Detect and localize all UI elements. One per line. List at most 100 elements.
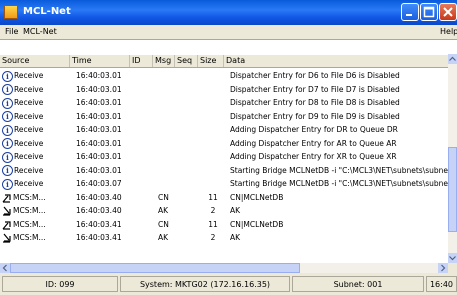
status-id: ID: 099 (2, 276, 118, 292)
cell-time: 16:40:03.01 (76, 165, 122, 175)
menu-bar: File MCL-Net Help (0, 25, 457, 39)
scroll-down-button[interactable] (448, 253, 457, 263)
cell-time: 16:40:03.01 (76, 84, 122, 94)
source-text: Receive (14, 152, 44, 161)
source-text: Receive (14, 138, 44, 148)
cell-data: CN|MCLNetDB (230, 192, 284, 202)
source-text: Receive (14, 179, 44, 188)
info-icon: i (2, 84, 13, 95)
column-size[interactable]: Size (198, 55, 224, 67)
cell-time: 16:40:03.41 (76, 219, 122, 229)
maximize-button[interactable] (420, 3, 438, 21)
receive-arrow-icon (3, 206, 11, 216)
cell-data: Dispatcher Entry for D6 to File D6 is Di… (230, 71, 400, 80)
message-log-list[interactable]: Source Time ID Msg Seq Size Data i Receiv… (0, 39, 457, 263)
cell-time: 16:40:03.01 (76, 71, 122, 80)
status-time: 16:40 (426, 276, 457, 292)
cell-data: Dispatcher Entry for D9 to File D9 is Di… (230, 111, 400, 121)
source-text: MCS:M... (13, 219, 46, 229)
column-time[interactable]: Time (70, 55, 130, 67)
status-subnet: Subnet: 001 (292, 276, 424, 292)
table-row[interactable]: i Receive 16:40:03.01 Adding Dispatcher Ent… (0, 123, 448, 137)
cell-data: Starting Bridge MCLNetDB -i "C:\MCL3\NET… (230, 165, 448, 175)
minimize-button[interactable] (401, 3, 419, 21)
info-icon: i (2, 124, 13, 136)
column-data[interactable]: Data (224, 55, 457, 67)
menu-mclnet[interactable]: MCL-Net (23, 27, 57, 36)
table-row[interactable]: MCS:M... 16:40:03.40 AK 2 AK (0, 204, 448, 218)
cell-time: 16:40:03.40 (76, 192, 122, 202)
cell-data: Dispatcher Entry for D7 to File D7 is Di… (230, 84, 400, 94)
arrow-up-icon (449, 56, 456, 61)
cell-size: 11 (208, 219, 218, 229)
table-row[interactable]: i Receive 16:40:03.01 Adding Dispatcher Ent… (0, 137, 448, 151)
scroll-right-button[interactable] (438, 263, 448, 273)
table-row[interactable]: i Receive 16:40:03.01 Dispatcher Entry for … (0, 69, 448, 83)
source-text: Receive (14, 111, 44, 121)
table-row[interactable]: MCS:M... 16:40:03.41 CN 11 CN|MCLNetDB (0, 218, 448, 232)
cell-source: i Receive (2, 150, 68, 164)
close-icon (443, 7, 453, 17)
cell-source: MCS:M... (2, 218, 68, 232)
status-system: System: MKTG02 (172.16.16.35) (120, 276, 290, 292)
info-icon: i (2, 151, 13, 163)
table-row[interactable]: MCS:M... 16:40:03.40 CN 11 CN|MCLNetDB (0, 191, 448, 205)
arrow-left-icon (2, 264, 7, 272)
source-text: MCS:M... (13, 233, 46, 242)
horizontal-scroll-thumb[interactable] (10, 263, 300, 273)
cell-source: i Receive (2, 69, 68, 83)
title-bar[interactable]: MCL-Net (0, 0, 457, 25)
cell-source: i Receive (2, 137, 68, 151)
table-row[interactable]: MCS:M... 16:40:03.41 AK 2 AK (0, 231, 448, 245)
cell-msg: AK (158, 206, 169, 215)
cell-source: i Receive (2, 110, 68, 124)
table-row[interactable]: i Receive 16:40:03.07 Starting Bridge MCLNe… (0, 177, 448, 191)
cell-data: AK (230, 233, 241, 242)
info-icon: i (2, 138, 13, 149)
cell-source: i Receive (2, 164, 68, 178)
table-row[interactable]: i Receive 16:40:03.01 Dispatcher Entry for … (0, 96, 448, 110)
menu-file[interactable]: File (5, 27, 18, 36)
table-row[interactable]: i Receive 16:40:03.01 Adding Dispatcher Ent… (0, 150, 448, 164)
column-seq[interactable]: Seq (175, 55, 198, 67)
arrow-down-icon (449, 256, 456, 261)
info-icon: i (2, 111, 13, 122)
cell-source: i Receive (2, 123, 68, 137)
cell-source: MCS:M... (2, 191, 68, 205)
table-row[interactable]: i Receive 16:40:03.01 Starting Bridge MCLNe… (0, 164, 448, 178)
cell-data: Starting Bridge MCLNetDB -i "C:\MCL3\NET… (230, 179, 448, 188)
cell-source: MCS:M... (2, 231, 68, 245)
cell-source: i Receive (2, 83, 68, 97)
cell-data: Adding Dispatcher Entry for AR to Queue … (230, 138, 397, 148)
scroll-thumb[interactable] (448, 147, 457, 232)
cell-source: i Receive (2, 96, 68, 110)
column-header: Source Time ID Msg Seq Size Data (0, 55, 457, 68)
minimize-icon (406, 14, 412, 16)
source-text: Receive (14, 84, 44, 94)
column-id[interactable]: ID (130, 55, 153, 67)
scroll-left-button[interactable] (0, 263, 10, 273)
cell-time: 16:40:03.41 (76, 233, 122, 242)
info-icon: i (2, 165, 13, 176)
close-button[interactable] (439, 3, 457, 21)
cell-data: CN|MCLNetDB (230, 219, 284, 229)
cell-msg: AK (158, 233, 169, 242)
arrow-right-icon (441, 264, 446, 272)
info-icon: i (2, 178, 13, 190)
menu-help[interactable]: Help (440, 27, 457, 36)
scroll-up-button[interactable] (448, 54, 457, 64)
scrollbar-corner (448, 263, 457, 273)
cell-time: 16:40:03.01 (76, 138, 122, 148)
table-row[interactable]: i Receive 16:40:03.01 Dispatcher Entry for … (0, 83, 448, 97)
horizontal-scrollbar[interactable] (0, 263, 448, 273)
source-text: MCS:M... (13, 206, 46, 215)
cell-time: 16:40:03.01 (76, 111, 122, 121)
info-icon: i (2, 97, 13, 109)
table-row[interactable]: i Receive 16:40:03.01 Dispatcher Entry for … (0, 110, 448, 124)
cell-data: Dispatcher Entry for D8 to File D8 is Di… (230, 98, 400, 107)
receive-arrow-icon (3, 233, 11, 243)
vertical-scrollbar[interactable] (448, 54, 457, 263)
column-source[interactable]: Source (0, 55, 70, 67)
column-msg[interactable]: Msg (153, 55, 175, 67)
window-title: MCL-Net (23, 6, 71, 17)
